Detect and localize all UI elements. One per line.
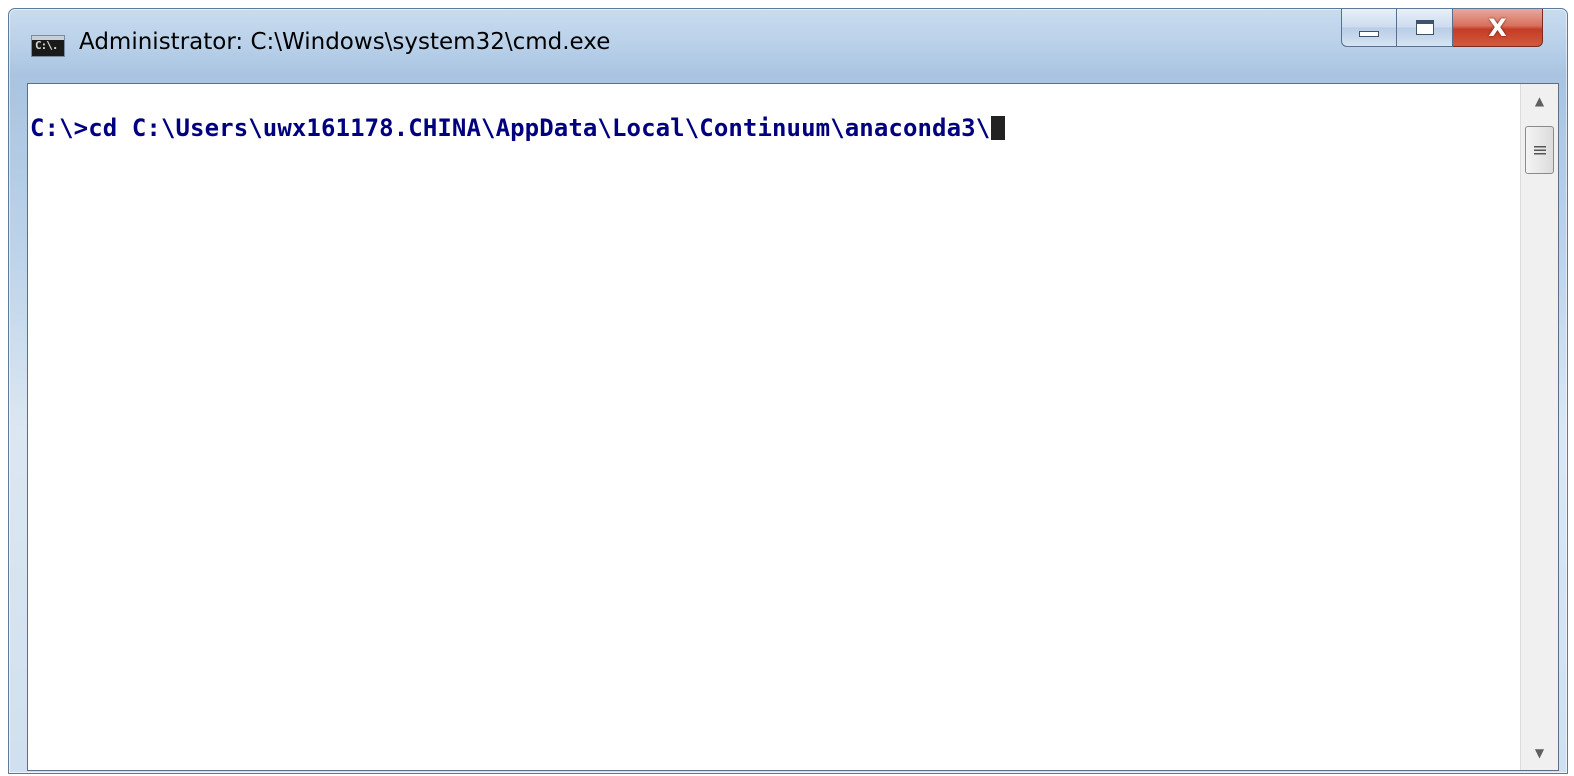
minimize-icon [1359,30,1379,37]
close-icon: X [1488,13,1507,42]
text-cursor [991,116,1006,140]
arrow-up-icon: ▲ [1534,94,1545,108]
grip-icon [1533,145,1546,155]
scroll-thumb[interactable] [1525,126,1554,174]
cmd-window: C:\. Administrator: C:\Windows\system32\… [8,8,1568,774]
caption-buttons: X [1341,9,1543,47]
console-client-area: C:\>cd C:\Users\uwx161178.CHINA\AppData\… [27,83,1559,771]
scroll-down-button[interactable]: ▼ [1521,736,1558,770]
console-output[interactable]: C:\>cd C:\Users\uwx161178.CHINA\AppData\… [28,84,1520,770]
minimize-button[interactable] [1341,9,1397,47]
title-bar[interactable]: C:\. Administrator: C:\Windows\system32\… [9,9,1567,75]
window-title: Administrator: C:\Windows\system32\cmd.e… [79,29,611,55]
maximize-button[interactable] [1397,9,1453,47]
console-line-text: C:\>cd C:\Users\uwx161178.CHINA\AppData\… [30,114,991,142]
maximize-icon [1415,20,1434,35]
console-line: C:\>cd C:\Users\uwx161178.CHINA\AppData\… [30,114,1006,142]
close-button[interactable]: X [1453,9,1543,47]
vertical-scrollbar[interactable]: ▲ ▼ [1520,84,1558,770]
cmd-console-icon[interactable]: C:\. [31,35,65,57]
arrow-down-icon: ▼ [1534,746,1545,760]
scroll-up-button[interactable]: ▲ [1521,84,1558,118]
